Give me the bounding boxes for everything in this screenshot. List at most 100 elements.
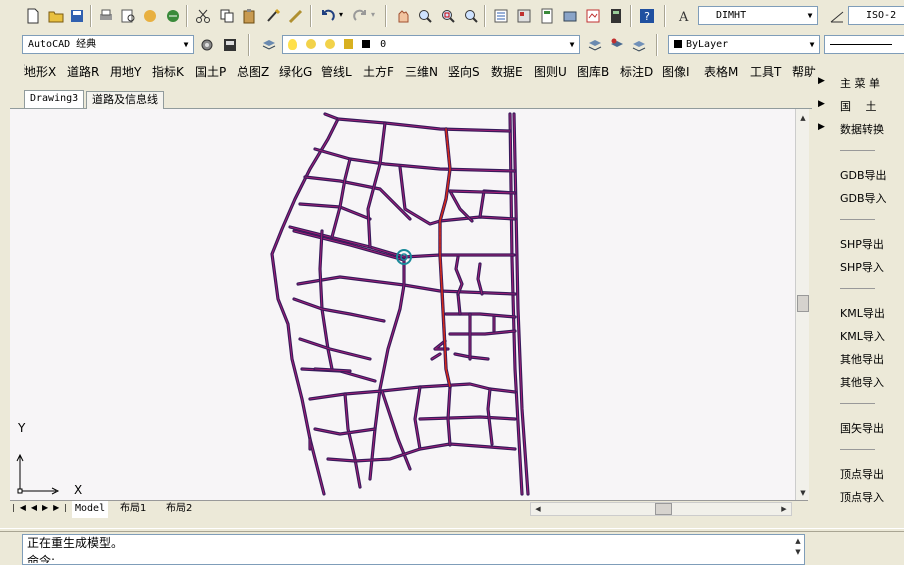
- panel-item-shp-import[interactable]: SHP导入: [840, 259, 884, 275]
- menu-item-earthwork[interactable]: 土方F: [363, 62, 394, 82]
- menu-item-general-plan[interactable]: 总图Z: [237, 62, 269, 82]
- menu-item-land[interactable]: 国土P: [195, 62, 226, 82]
- splitter[interactable]: [0, 528, 904, 532]
- cut-icon[interactable]: [192, 5, 213, 26]
- menu-item-landuse[interactable]: 用地Y: [110, 62, 141, 82]
- tab-drawing3[interactable]: Drawing3: [24, 90, 85, 108]
- menu-item-index[interactable]: 指标K: [152, 62, 184, 82]
- cmd-scroll-down-icon[interactable]: ▼: [791, 547, 805, 557]
- panel-divider: [840, 219, 875, 220]
- preview-icon[interactable]: [117, 5, 138, 26]
- panel-item-vertex-export[interactable]: 顶点导出: [840, 466, 884, 482]
- h-scroll-thumb[interactable]: [655, 503, 672, 515]
- tool-palettes-icon[interactable]: [536, 5, 557, 26]
- menu-item-3d[interactable]: 三维N: [405, 62, 438, 82]
- scroll-left-icon[interactable]: ◀: [531, 503, 545, 515]
- calculator-icon[interactable]: [605, 5, 626, 26]
- scroll-down-icon[interactable]: ▼: [796, 486, 810, 500]
- panel-item-guoshi-export[interactable]: 国矢导出: [840, 420, 884, 436]
- tab-layout2[interactable]: 布局2: [166, 501, 192, 518]
- menu-item-library[interactable]: 图库B: [577, 62, 609, 82]
- road-line: [292, 297, 386, 323]
- panel-item-kml-import[interactable]: KML导入: [840, 328, 885, 344]
- panel-item-land[interactable]: 国 土: [840, 98, 877, 114]
- separator: [186, 5, 188, 27]
- tab-road-info-line[interactable]: 道路及信息线: [86, 91, 164, 109]
- command-prompt[interactable]: 命令:: [27, 551, 800, 563]
- zoom-window-icon[interactable]: [437, 5, 458, 26]
- road-line-inner: [369, 259, 405, 480]
- panel-item-gdb-import[interactable]: GDB导入: [840, 190, 887, 206]
- horizontal-scrollbar[interactable]: ◀ ▶: [530, 502, 792, 516]
- publish-icon[interactable]: [139, 5, 160, 26]
- menu-item-terrain[interactable]: 地形X: [24, 62, 56, 82]
- dimension-style-select[interactable]: DIMHT ▼: [698, 6, 818, 25]
- new-file-icon[interactable]: [22, 5, 43, 26]
- layer-select[interactable]: 0 ▼: [282, 35, 580, 54]
- text-style-icon[interactable]: A: [674, 5, 695, 26]
- chevron-down-icon: ▼: [809, 40, 815, 49]
- panel-item-shp-export[interactable]: SHP导出: [840, 236, 884, 252]
- markup-icon[interactable]: [582, 5, 603, 26]
- save-workspace-icon[interactable]: [219, 34, 240, 55]
- menu-item-tools[interactable]: 工具T: [750, 62, 781, 82]
- workspace-select[interactable]: AutoCAD 经典 ▼: [22, 35, 194, 54]
- panel-item-data-convert[interactable]: 数据转换: [840, 121, 884, 137]
- print-icon[interactable]: [95, 5, 116, 26]
- zoom-realtime-icon[interactable]: [414, 5, 435, 26]
- save-icon[interactable]: [66, 5, 87, 26]
- layer-previous-icon[interactable]: [606, 34, 627, 55]
- properties-icon[interactable]: [490, 5, 511, 26]
- pan-icon[interactable]: [392, 5, 413, 26]
- zoom-previous-icon[interactable]: [460, 5, 481, 26]
- panel-item-gdb-export[interactable]: GDB导出: [840, 167, 887, 183]
- menu-item-road[interactable]: 道路R: [67, 62, 99, 82]
- linetype-control-select[interactable]: [824, 35, 904, 54]
- vertical-scrollbar[interactable]: ▲ ▼: [795, 109, 809, 500]
- layer-manager-icon[interactable]: [258, 34, 279, 55]
- block-editor-icon[interactable]: [285, 5, 306, 26]
- command-line-box[interactable]: 正在重生成模型。 命令:: [22, 534, 805, 565]
- menu-item-pipeline[interactable]: 管线L: [321, 62, 352, 82]
- menu-item-image[interactable]: 图像I: [662, 62, 690, 82]
- menu-item-greening[interactable]: 绿化G: [279, 62, 312, 82]
- menu-item-annotation[interactable]: 标注D: [620, 62, 653, 82]
- menu-item-vertical[interactable]: 竖向S: [448, 62, 480, 82]
- undo-dropdown-icon[interactable]: ▾: [339, 10, 343, 19]
- layer-state-icon[interactable]: [628, 34, 649, 55]
- make-current-layer-icon[interactable]: [584, 34, 605, 55]
- layers-toolbar: AutoCAD 经典 ▼ 0 ▼ ByLayer ▼: [0, 32, 904, 58]
- menu-item-drawing-rules[interactable]: 图则U: [534, 62, 567, 82]
- etransmit-icon[interactable]: [162, 5, 183, 26]
- menu-item-data[interactable]: 数据E: [491, 62, 523, 82]
- panel-item-vertex-import[interactable]: 顶点导入: [840, 489, 884, 505]
- tab-layout1[interactable]: 布局1: [120, 501, 146, 518]
- design-center-icon[interactable]: [513, 5, 534, 26]
- open-file-icon[interactable]: [45, 5, 66, 26]
- redo-icon[interactable]: [349, 5, 370, 26]
- panel-item-main-menu[interactable]: 主 菜 单: [840, 75, 880, 91]
- menu-item-table[interactable]: 表格M: [704, 62, 738, 82]
- cmd-scroll-up-icon[interactable]: ▲: [791, 536, 805, 546]
- panel-item-other-import[interactable]: 其他导入: [840, 374, 884, 390]
- color-control-select[interactable]: ByLayer ▼: [668, 35, 820, 54]
- scroll-up-icon[interactable]: ▲: [796, 111, 810, 125]
- lock-icon: [344, 39, 354, 49]
- layout-nav-arrows[interactable]: |◀◀▶▶|: [12, 503, 72, 512]
- paste-icon[interactable]: [238, 5, 259, 26]
- copy-icon[interactable]: [216, 5, 237, 26]
- sheet-set-icon[interactable]: [559, 5, 580, 26]
- multileader-style-select[interactable]: ISO-2: [848, 6, 904, 25]
- dimension-icon[interactable]: [826, 5, 847, 26]
- undo-icon[interactable]: [317, 5, 338, 26]
- scroll-thumb[interactable]: [797, 295, 809, 312]
- scroll-right-icon[interactable]: ▶: [777, 503, 791, 515]
- panel-item-kml-export[interactable]: KML导出: [840, 305, 885, 321]
- panel-item-other-export[interactable]: 其他导出: [840, 351, 884, 367]
- drawing-canvas[interactable]: Y X: [10, 109, 808, 500]
- redo-dropdown-icon[interactable]: ▾: [371, 10, 375, 19]
- workspace-settings-icon[interactable]: [196, 34, 217, 55]
- match-properties-icon[interactable]: [262, 5, 283, 26]
- tab-model[interactable]: Model: [72, 501, 109, 518]
- help-icon[interactable]: ?: [636, 5, 657, 26]
